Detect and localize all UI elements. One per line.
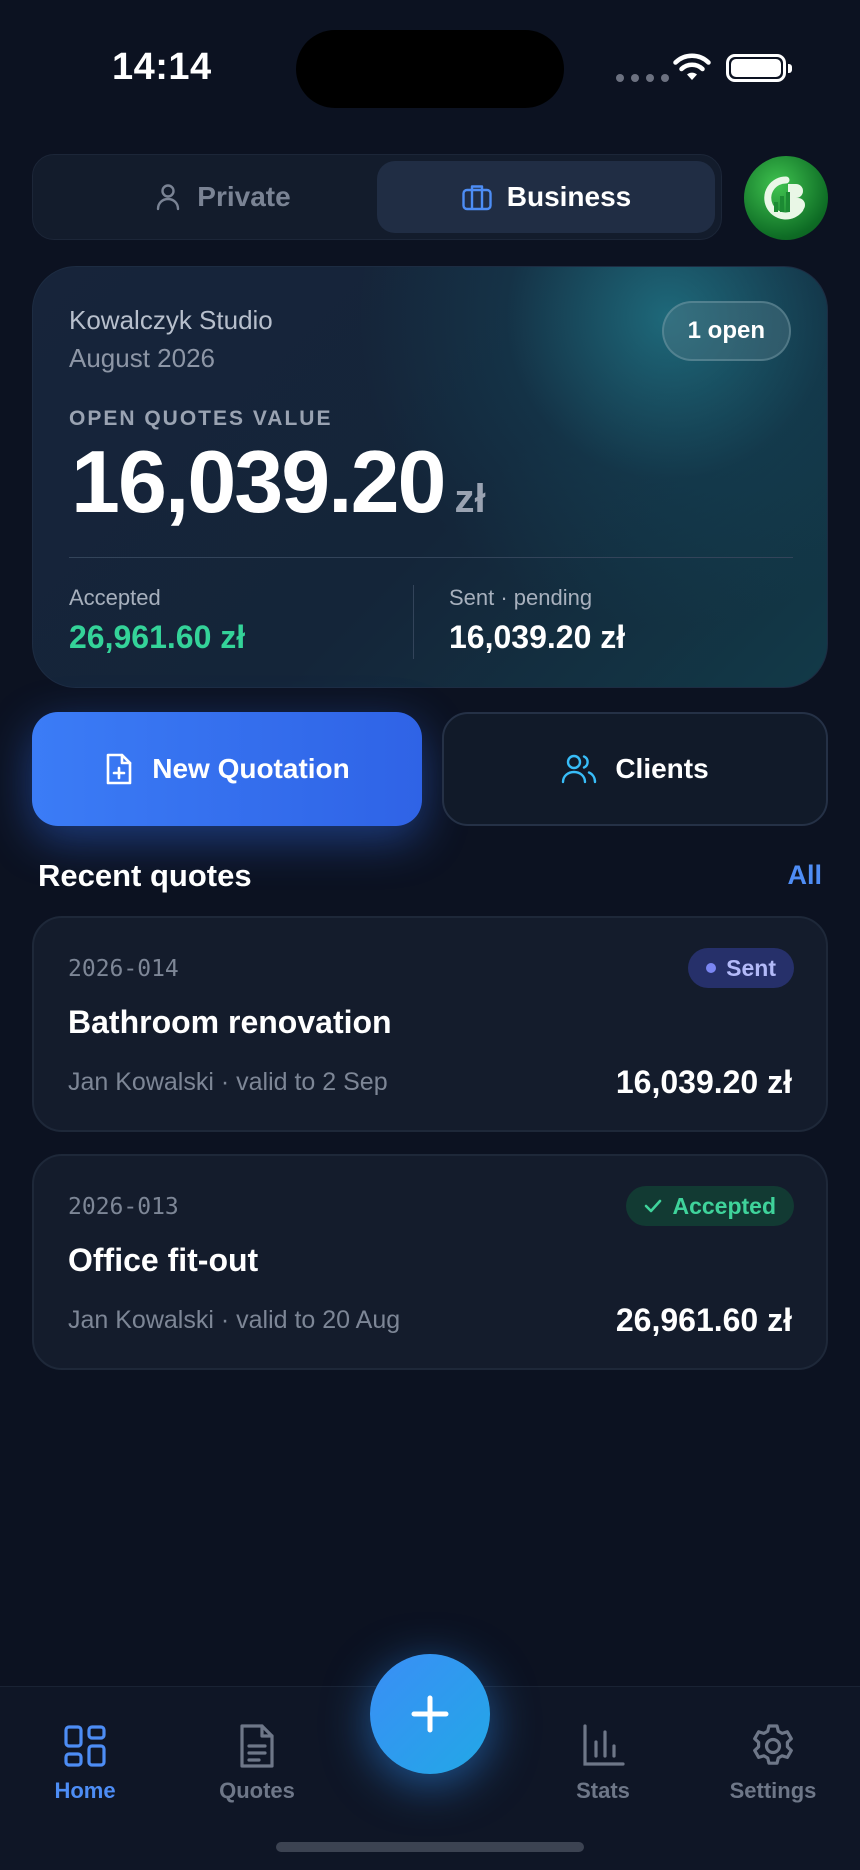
quote-card[interactable]: 2026-014 Sent Bathroom renovation Jan Ko… xyxy=(32,916,828,1132)
tab-settings[interactable]: Settings xyxy=(698,1722,848,1804)
quote-amount: 16,039.20 zł xyxy=(615,1064,792,1100)
quote-card[interactable]: 2026-013 Accepted Office fit-out Jan Kow… xyxy=(32,1154,828,1370)
dynamic-island xyxy=(296,30,564,108)
open-quotes-amount: 16,039.20 xyxy=(71,432,446,531)
gear-icon xyxy=(753,1724,793,1765)
tab-settings-label: Settings xyxy=(729,1778,817,1803)
home-indicator xyxy=(276,1842,584,1852)
logo-chart-icon xyxy=(764,176,805,220)
checkmark-icon xyxy=(645,1199,662,1213)
add-quote-fab-button[interactable] xyxy=(370,1654,490,1774)
tab-quotes-label: Quotes xyxy=(219,1778,295,1803)
new-quotation-label: New Quotation xyxy=(152,753,350,784)
status-badge: Sent xyxy=(688,948,794,988)
company-logo[interactable] xyxy=(744,156,828,240)
open-quotes-value: 16,039.20 zł xyxy=(71,431,486,533)
period-label: August 2026 xyxy=(69,343,216,373)
quote-amount: 26,961.60 zł xyxy=(615,1302,792,1338)
divider xyxy=(69,557,793,558)
company-name: Kowalczyk Studio xyxy=(69,305,273,335)
quote-title: Office fit-out xyxy=(68,1242,259,1278)
quote-title: Bathroom renovation xyxy=(68,1004,392,1040)
private-mode-tab[interactable]: Private xyxy=(39,161,405,233)
quote-number: 2026-014 xyxy=(68,956,179,982)
new-quotation-button[interactable]: New Quotation xyxy=(32,712,422,826)
all-quotes-link[interactable]: All xyxy=(787,860,822,891)
battery-icon xyxy=(726,54,792,82)
status-time: 14:14 xyxy=(112,46,212,88)
summary-card: Kowalczyk Studio August 2026 1 open OPEN… xyxy=(32,266,828,688)
tab-stats-label: Stats xyxy=(576,1778,630,1803)
currency-label: zł xyxy=(454,477,486,521)
status-label: Sent xyxy=(726,954,776,981)
accepted-label: Accepted xyxy=(69,585,161,610)
quote-subtitle: Jan Kowalski · valid to 2 Sep xyxy=(68,1068,388,1096)
users-icon xyxy=(562,754,597,784)
open-quotes-label: OPEN QUOTES VALUE xyxy=(69,407,333,430)
cellular-signal-icon xyxy=(616,74,669,82)
file-plus-icon xyxy=(106,753,132,785)
recent-quotes-title: Recent quotes xyxy=(38,858,252,893)
tab-stats[interactable]: Stats xyxy=(528,1722,678,1804)
clients-label: Clients xyxy=(615,753,709,784)
status-badge: Accepted xyxy=(626,1186,794,1226)
plus-icon xyxy=(411,1695,449,1733)
wifi-icon xyxy=(673,53,711,80)
document-icon xyxy=(240,1724,274,1768)
tab-home-label: Home xyxy=(54,1778,116,1803)
sent-pending-label: Sent · pending xyxy=(449,585,593,610)
tab-home[interactable]: Home xyxy=(10,1722,160,1804)
tab-quotes[interactable]: Quotes xyxy=(182,1722,332,1804)
quote-number: 2026-013 xyxy=(68,1194,179,1220)
person-icon xyxy=(157,184,180,211)
account-mode-switch: Private Business xyxy=(32,154,722,240)
private-mode-label: Private xyxy=(197,181,291,212)
bar-chart-icon xyxy=(583,1724,625,1766)
open-count-badge[interactable]: 1 open xyxy=(661,301,791,361)
briefcase-icon xyxy=(462,185,492,211)
business-mode-tab[interactable]: Business xyxy=(377,161,715,233)
business-mode-label: Business xyxy=(506,181,632,212)
clients-button[interactable]: Clients xyxy=(442,712,828,826)
divider xyxy=(413,585,414,659)
grid-icon xyxy=(64,1725,106,1767)
quote-subtitle: Jan Kowalski · valid to 20 Aug xyxy=(68,1306,401,1334)
accepted-value: 26,961.60 zł xyxy=(69,619,246,655)
status-dot-icon xyxy=(706,963,717,973)
sent-pending-value: 16,039.20 zł xyxy=(449,619,626,655)
status-label: Accepted xyxy=(672,1192,776,1219)
